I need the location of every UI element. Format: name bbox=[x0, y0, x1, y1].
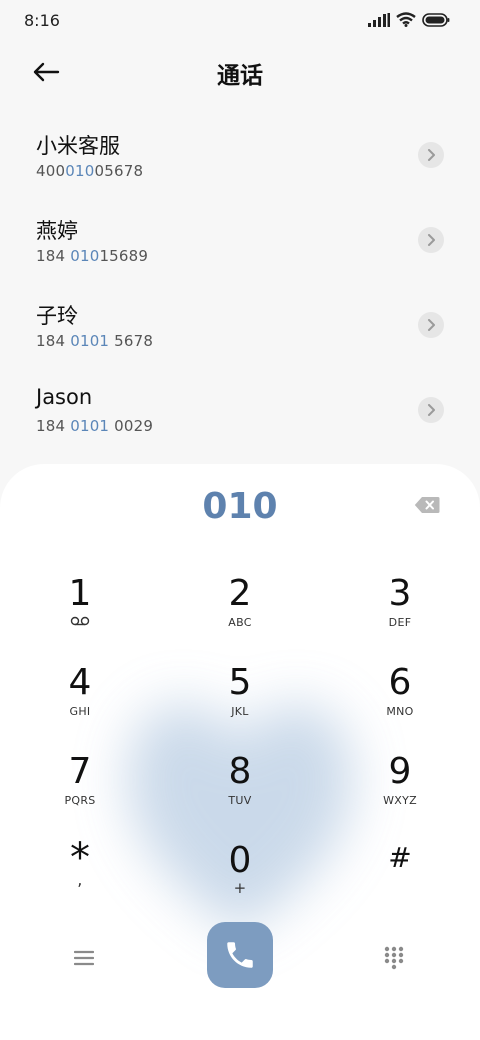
dialpad-toggle-button[interactable] bbox=[374, 938, 414, 978]
chevron-right-icon bbox=[428, 319, 435, 331]
key-0[interactable]: 0 + bbox=[185, 841, 295, 921]
contact-name: 小米客服 bbox=[36, 134, 120, 158]
contact-item[interactable]: 燕婷 184 01015689 bbox=[0, 203, 480, 288]
key-9[interactable]: 9 WXYZ bbox=[345, 752, 455, 832]
signal-icon bbox=[368, 12, 390, 27]
page-title: 通话 bbox=[217, 63, 263, 89]
contact-item[interactable]: 子玲 184 0101 5678 bbox=[0, 288, 480, 373]
key-6[interactable]: 6 MNO bbox=[345, 663, 455, 743]
status-time: 8:16 bbox=[24, 11, 60, 30]
contact-number: 184 0101 5678 bbox=[36, 332, 154, 350]
status-bar: 8:16 bbox=[0, 0, 480, 40]
contact-detail-button[interactable] bbox=[418, 312, 444, 338]
key-hash[interactable]: # bbox=[345, 838, 455, 918]
chevron-right-icon bbox=[428, 234, 435, 246]
contact-number: 184 0101 0029 bbox=[36, 417, 154, 435]
dialpad-panel: 010 1 2 ABC 3 DEF 4 GHI 5 JKL 6 MNO 7 PQ… bbox=[0, 464, 480, 1040]
contact-number: 184 01015689 bbox=[36, 247, 149, 265]
wifi-icon bbox=[396, 12, 416, 27]
menu-icon bbox=[74, 950, 94, 966]
voicemail-icon bbox=[70, 616, 90, 626]
contact-detail-button[interactable] bbox=[418, 227, 444, 253]
dialpad-action-bar bbox=[0, 922, 480, 988]
contact-item[interactable]: Jason 184 0101 0029 bbox=[0, 373, 480, 458]
chevron-right-icon bbox=[428, 404, 435, 416]
backspace-icon bbox=[414, 497, 440, 513]
key-2[interactable]: 2 ABC bbox=[185, 574, 295, 654]
chevron-right-icon bbox=[428, 149, 435, 161]
status-icons bbox=[368, 12, 450, 27]
backspace-button[interactable] bbox=[414, 496, 440, 518]
key-3[interactable]: 3 DEF bbox=[345, 574, 455, 654]
dialpad-grid-icon bbox=[384, 946, 404, 970]
phone-icon bbox=[227, 942, 253, 968]
key-1[interactable]: 1 bbox=[25, 574, 135, 654]
header: 通话 bbox=[0, 46, 480, 96]
key-star[interactable]: * , bbox=[25, 838, 135, 918]
contact-detail-button[interactable] bbox=[418, 142, 444, 168]
key-5[interactable]: 5 JKL bbox=[185, 663, 295, 743]
contact-name: 燕婷 bbox=[36, 219, 78, 243]
contact-name: 子玲 bbox=[36, 304, 78, 328]
contact-detail-button[interactable] bbox=[418, 397, 444, 423]
key-4[interactable]: 4 GHI bbox=[25, 663, 135, 743]
contact-number: 40001005678 bbox=[36, 162, 144, 180]
call-button[interactable] bbox=[207, 922, 273, 988]
battery-icon bbox=[422, 12, 450, 27]
contact-item[interactable]: 小米客服 40001005678 bbox=[0, 118, 480, 203]
key-8[interactable]: 8 TUV bbox=[185, 752, 295, 832]
menu-button[interactable] bbox=[64, 938, 104, 978]
key-7[interactable]: 7 PQRS bbox=[25, 752, 135, 832]
contact-results-list: 小米客服 40001005678 燕婷 184 01015689 子玲 184 … bbox=[0, 118, 480, 458]
dialed-number-display: 010 bbox=[202, 486, 278, 527]
contact-name: Jason bbox=[36, 385, 93, 409]
